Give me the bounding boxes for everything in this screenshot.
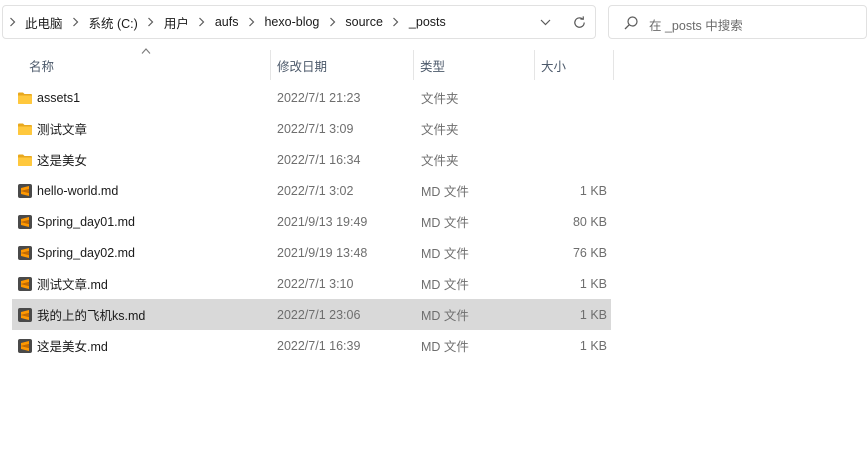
file-size: 1 KB [579,183,607,198]
file-row[interactable]: hello-world.md 2022/7/1 3:02 MD 文件 1 KB [12,175,611,206]
file-type: MD 文件 [421,340,469,354]
column-header-name[interactable]: 名称 [29,50,54,80]
file-type: 文件夹 [421,154,459,168]
file-name: 我的上的飞机ks.md [37,309,146,323]
breadcrumb-item[interactable]: hexo-blog [260,15,323,29]
file-name: 这是美女.md [37,340,108,354]
chevron-right-icon[interactable] [3,6,21,38]
address-history-dropdown[interactable] [538,15,552,29]
breadcrumb: 此电脑 系统 (C:) 用户 aufs hexo-blog source _posts [3,6,450,38]
search-placeholder: 在 _posts 中搜索 [649,19,743,33]
file-size: 80 KB [572,214,607,229]
column-divider[interactable] [413,50,414,80]
sublime-file-icon [18,215,32,229]
file-modified-date: 2021/9/13 19:49 [277,214,368,229]
file-size: 1 KB [579,307,607,322]
file-type: MD 文件 [421,278,469,292]
address-bar[interactable]: 此电脑 系统 (C:) 用户 aufs hexo-blog source _posts [2,5,596,39]
file-name: Spring_day02.md [37,245,135,260]
file-modified-date: 2021/9/19 13:48 [277,245,368,260]
sublime-file-icon [18,339,32,353]
file-type: MD 文件 [421,309,469,323]
chevron-right-icon[interactable] [323,6,341,38]
column-divider[interactable] [613,50,614,80]
sublime-file-icon [18,277,32,291]
column-header-size[interactable]: 大小 [541,50,566,80]
file-type: MD 文件 [421,216,469,230]
folder-icon [18,92,32,104]
chevron-right-icon[interactable] [193,6,211,38]
file-name: 测试文章 [37,123,88,137]
file-modified-date: 2022/7/1 23:06 [277,307,361,322]
file-size [542,82,607,113]
file-row[interactable]: 这是美女.md 2022/7/1 16:39 MD 文件 1 KB [12,330,611,361]
sort-ascending-icon [141,48,151,54]
file-type: 文件夹 [421,123,459,137]
chevron-down-icon [540,19,550,25]
file-size: 1 KB [579,338,607,353]
breadcrumb-item[interactable]: 用户 [160,13,193,32]
file-list: assets1 2022/7/1 21:23 文件夹 测试文章 2022/7/1 3:… [12,82,612,361]
file-size: 76 KB [572,245,607,260]
breadcrumb-item[interactable]: 系统 (C:) [85,13,142,32]
column-header-type[interactable]: 类型 [420,50,445,80]
breadcrumb-item[interactable]: 此电脑 [21,13,67,32]
file-name: hello-world.md [37,183,119,198]
file-size [542,113,607,144]
column-divider[interactable] [534,50,535,80]
file-row[interactable]: Spring_day01.md 2021/9/13 19:49 MD 文件 80 KB [12,206,611,237]
file-modified-date: 2022/7/1 3:09 [277,121,354,136]
file-modified-date: 2022/7/1 3:10 [277,276,354,291]
file-row[interactable]: assets1 2022/7/1 21:23 文件夹 [12,82,611,113]
file-modified-date: 2022/7/1 16:39 [277,338,361,353]
file-row[interactable]: Spring_day02.md 2021/9/19 13:48 MD 文件 76 KB [12,237,611,268]
sublime-file-icon [18,246,32,260]
chevron-right-icon[interactable] [242,6,260,38]
search-icon [624,16,638,30]
file-row[interactable]: 测试文章 2022/7/1 3:09 文件夹 [12,113,611,144]
chevron-right-icon[interactable] [387,6,405,38]
refresh-icon [573,15,585,28]
breadcrumb-item[interactable]: aufs [211,15,243,29]
file-type: MD 文件 [421,247,469,261]
file-row[interactable]: 我的上的飞机ks.md 2022/7/1 23:06 MD 文件 1 KB [12,299,611,330]
file-modified-date: 2022/7/1 16:34 [277,152,361,167]
folder-icon [18,154,32,166]
column-header-modified[interactable]: 修改日期 [277,50,327,80]
chevron-right-icon[interactable] [67,6,85,38]
search-box[interactable]: 在 _posts 中搜索 [608,5,867,39]
file-name: Spring_day01.md [37,214,135,229]
file-modified-date: 2022/7/1 21:23 [277,90,361,105]
column-divider[interactable] [270,50,271,80]
navigation-bar: 此电脑 系统 (C:) 用户 aufs hexo-blog source _posts 在 … [0,0,867,44]
file-name: assets1 [37,90,81,105]
file-size: 1 KB [579,276,607,291]
file-name: 这是美女 [37,154,88,168]
file-name: 测试文章.md [37,278,108,292]
refresh-button[interactable] [571,14,587,30]
sublime-file-icon [18,308,32,322]
file-size [542,144,607,175]
file-row[interactable]: 测试文章.md 2022/7/1 3:10 MD 文件 1 KB [12,268,611,299]
folder-icon [18,123,32,135]
chevron-right-icon[interactable] [142,6,160,38]
file-row[interactable]: 这是美女 2022/7/1 16:34 文件夹 [12,144,611,175]
column-header-row: 名称 修改日期 类型 大小 [0,50,867,80]
breadcrumb-item[interactable]: _posts [405,15,450,29]
breadcrumb-item[interactable]: source [341,15,387,29]
sublime-file-icon [18,184,32,198]
file-modified-date: 2022/7/1 3:02 [277,183,354,198]
file-type: MD 文件 [421,185,469,199]
file-type: 文件夹 [421,92,459,106]
